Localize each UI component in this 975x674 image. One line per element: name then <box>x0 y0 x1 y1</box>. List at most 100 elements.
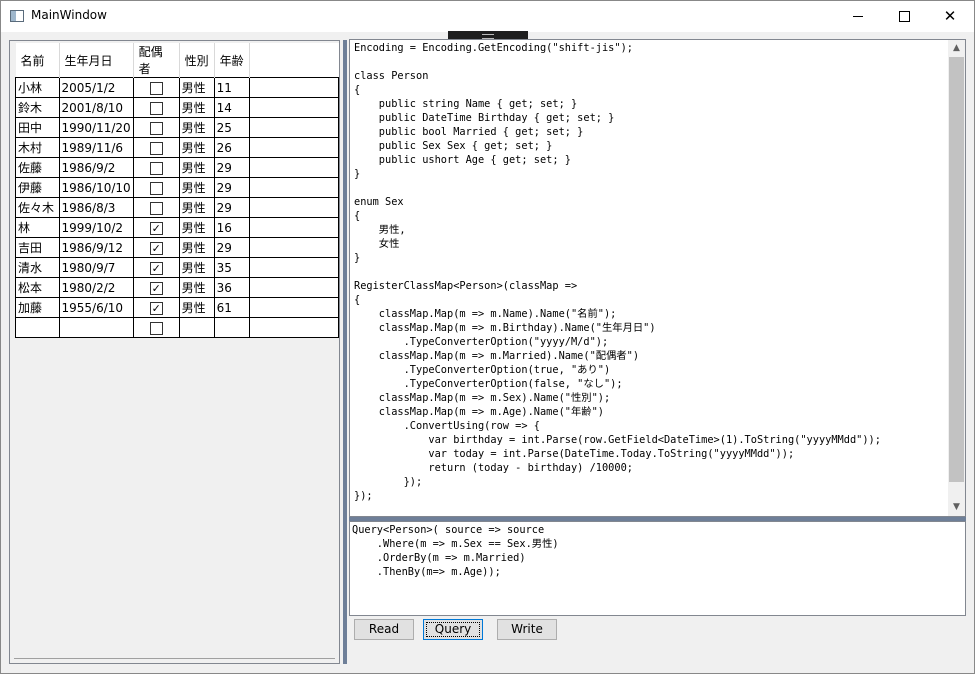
cell-birthday[interactable]: 1986/9/2 <box>58 157 134 178</box>
cell-birthday[interactable]: 2001/8/10 <box>58 97 134 118</box>
cell-married[interactable]: ✓ <box>132 277 180 298</box>
cell-sex[interactable]: 男性 <box>178 237 215 258</box>
cell-birthday[interactable]: 1990/11/20 <box>58 117 134 138</box>
cell-married[interactable] <box>132 177 180 198</box>
cell-name[interactable]: 松本 <box>15 277 60 298</box>
cell-birthday[interactable] <box>58 317 134 338</box>
cell-name[interactable]: 木村 <box>15 137 60 158</box>
scroll-down-arrow-icon[interactable]: ▼ <box>948 499 965 516</box>
table-row[interactable]: 吉田 1986/9/12 ✓ 男性 29 <box>15 237 340 258</box>
cell-birthday[interactable]: 1986/10/10 <box>58 177 134 198</box>
cell-birthday[interactable]: 1986/8/3 <box>58 197 134 218</box>
married-checkbox[interactable] <box>149 141 163 155</box>
married-checkbox[interactable]: ✓ <box>149 241 163 255</box>
title-bar[interactable]: MainWindow ✕ <box>1 1 974 32</box>
cell-birthday[interactable]: 2005/1/2 <box>58 77 134 98</box>
married-checkbox[interactable]: ✓ <box>149 301 163 315</box>
cell-birthday[interactable]: 1980/2/2 <box>58 277 134 298</box>
cell-name[interactable]: 伊藤 <box>15 177 60 198</box>
cell-sex[interactable]: 男性 <box>178 257 215 278</box>
cell-name[interactable] <box>15 317 60 338</box>
table-row[interactable]: 鈴木 2001/8/10 男性 14 <box>15 97 340 118</box>
query-editor[interactable]: Query<Person>( source => source .Where(m… <box>349 521 966 616</box>
cell-sex[interactable]: 男性 <box>178 277 215 298</box>
cell-age[interactable]: 14 <box>213 97 250 118</box>
query-button[interactable]: Query <box>423 619 483 640</box>
cell-married[interactable] <box>132 197 180 218</box>
read-button[interactable]: Read <box>354 619 414 640</box>
cell-sex[interactable]: 男性 <box>178 197 215 218</box>
married-checkbox[interactable] <box>149 101 163 115</box>
table-row[interactable]: 林 1999/10/2 ✓ 男性 16 <box>15 217 340 238</box>
cell-age[interactable]: 29 <box>213 197 250 218</box>
table-row[interactable]: 加藤 1955/6/10 ✓ 男性 61 <box>15 297 340 318</box>
minimize-button[interactable] <box>835 1 881 32</box>
cell-sex[interactable]: 男性 <box>178 177 215 198</box>
query-editor-text[interactable]: Query<Person>( source => source .Where(m… <box>352 523 559 579</box>
cell-sex[interactable]: 男性 <box>178 97 215 118</box>
maximize-button[interactable] <box>881 1 927 32</box>
cell-birthday[interactable]: 1989/11/6 <box>58 137 134 158</box>
table-row[interactable]: 田中 1990/11/20 男性 25 <box>15 117 340 138</box>
table-row[interactable]: 松本 1980/2/2 ✓ 男性 36 <box>15 277 340 298</box>
column-header[interactable]: 年齢 <box>214 43 250 78</box>
cell-name[interactable]: 小林 <box>15 77 60 98</box>
person-data-grid[interactable]: 名前 生年月日 配偶者 性別 年齢 小林 2005/1/2 男性 11 鈴木 2001/8/10 男… <box>9 40 340 664</box>
cell-name[interactable]: 林 <box>15 217 60 238</box>
cell-sex[interactable]: 男性 <box>178 137 215 158</box>
married-checkbox[interactable] <box>149 161 163 175</box>
cell-married[interactable] <box>132 117 180 138</box>
cell-name[interactable]: 清水 <box>15 257 60 278</box>
cell-age[interactable]: 16 <box>213 217 250 238</box>
cell-sex[interactable] <box>178 317 215 338</box>
cell-birthday[interactable]: 1955/6/10 <box>58 297 134 318</box>
cell-age[interactable]: 35 <box>213 257 250 278</box>
cell-age[interactable]: 11 <box>213 77 250 98</box>
cell-married[interactable]: ✓ <box>132 237 180 258</box>
scrollbar-thumb[interactable] <box>949 57 964 482</box>
cell-age[interactable]: 61 <box>213 297 250 318</box>
married-checkbox[interactable] <box>149 181 163 195</box>
scroll-up-arrow-icon[interactable]: ▲ <box>948 40 965 57</box>
grid-horizontal-scrollbar[interactable] <box>14 656 335 659</box>
code-editor[interactable]: Encoding = Encoding.GetEncoding("shift-j… <box>349 39 966 517</box>
table-row[interactable]: 佐藤 1986/9/2 男性 29 <box>15 157 340 178</box>
cell-birthday[interactable]: 1986/9/12 <box>58 237 134 258</box>
table-row[interactable] <box>15 317 340 338</box>
married-checkbox[interactable] <box>149 81 163 95</box>
table-row[interactable]: 伊藤 1986/10/10 男性 29 <box>15 177 340 198</box>
code-editor-vertical-scrollbar[interactable]: ▲ ▼ <box>948 40 965 516</box>
table-row[interactable]: 小林 2005/1/2 男性 11 <box>15 77 340 98</box>
table-row[interactable]: 佐々木 1986/8/3 男性 29 <box>15 197 340 218</box>
cell-name[interactable]: 佐々木 <box>15 197 60 218</box>
married-checkbox[interactable]: ✓ <box>149 261 163 275</box>
cell-name[interactable]: 佐藤 <box>15 157 60 178</box>
cell-married[interactable]: ✓ <box>132 217 180 238</box>
cell-age[interactable]: 29 <box>213 157 250 178</box>
cell-married[interactable] <box>132 317 180 338</box>
married-checkbox[interactable]: ✓ <box>149 281 163 295</box>
cell-married[interactable] <box>132 97 180 118</box>
cell-sex[interactable]: 男性 <box>178 217 215 238</box>
cell-age[interactable]: 29 <box>213 237 250 258</box>
cell-name[interactable]: 吉田 <box>15 237 60 258</box>
cell-sex[interactable]: 男性 <box>178 117 215 138</box>
column-header[interactable]: 生年月日 <box>59 43 134 78</box>
table-row[interactable]: 清水 1980/9/7 ✓ 男性 35 <box>15 257 340 278</box>
column-header[interactable]: 性別 <box>179 43 215 78</box>
cell-birthday[interactable]: 1999/10/2 <box>58 217 134 238</box>
cell-age[interactable] <box>213 317 250 338</box>
cell-sex[interactable]: 男性 <box>178 157 215 178</box>
cell-birthday[interactable]: 1980/9/7 <box>58 257 134 278</box>
close-button[interactable]: ✕ <box>927 1 973 32</box>
vertical-splitter[interactable] <box>343 40 347 664</box>
write-button[interactable]: Write <box>497 619 557 640</box>
cell-married[interactable] <box>132 157 180 178</box>
code-editor-text[interactable]: Encoding = Encoding.GetEncoding("shift-j… <box>354 41 881 503</box>
cell-age[interactable]: 36 <box>213 277 250 298</box>
married-checkbox[interactable] <box>149 201 163 215</box>
cell-age[interactable]: 26 <box>213 137 250 158</box>
cell-married[interactable]: ✓ <box>132 297 180 318</box>
cell-age[interactable]: 29 <box>213 177 250 198</box>
table-row[interactable]: 木村 1989/11/6 男性 26 <box>15 137 340 158</box>
